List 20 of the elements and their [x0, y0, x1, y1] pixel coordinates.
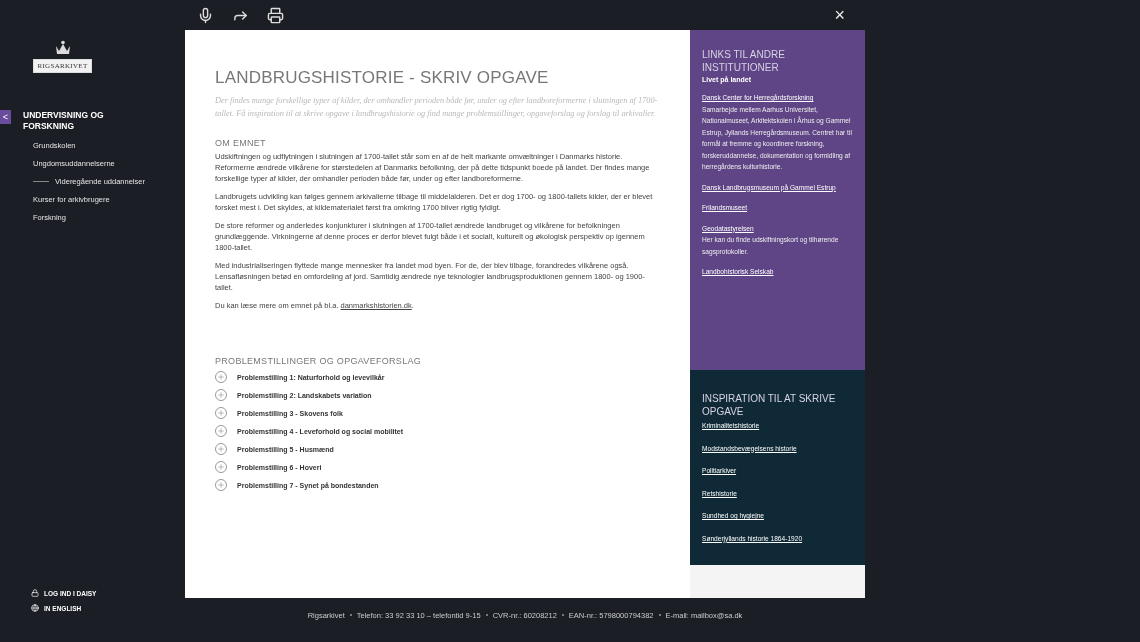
expand-icon[interactable] — [215, 425, 227, 437]
panel-title: INSPIRATION TIL AT SKRIVE OPGAVE — [702, 392, 837, 418]
expand-icon[interactable] — [215, 479, 227, 491]
expand-icon[interactable] — [215, 371, 227, 383]
expand-icon[interactable] — [215, 443, 227, 455]
close-button[interactable]: × — [834, 6, 845, 24]
back-button[interactable]: < — [0, 110, 11, 124]
expand-icon[interactable] — [215, 461, 227, 473]
expand-icon[interactable] — [215, 389, 227, 401]
section-title: UNDERVISNING OG FORSKNING — [23, 110, 105, 132]
crown-icon — [53, 40, 72, 56]
print-icon[interactable] — [267, 6, 284, 24]
lock-icon — [31, 589, 39, 597]
expand-icon[interactable] — [215, 407, 227, 419]
section-heading: OM EMNET — [215, 138, 267, 148]
page-title: LANDBRUGSHISTORIE - SKRIV OPGAVE — [215, 68, 550, 88]
microphone-icon[interactable] — [197, 6, 214, 24]
panel-title: LINKS TIL ANDRE INSTITUTIONER — [702, 48, 786, 74]
globe-icon — [31, 604, 39, 612]
section-heading: PROBLEMSTILLINGER OG OPGAVEFORSLAG — [215, 356, 423, 366]
